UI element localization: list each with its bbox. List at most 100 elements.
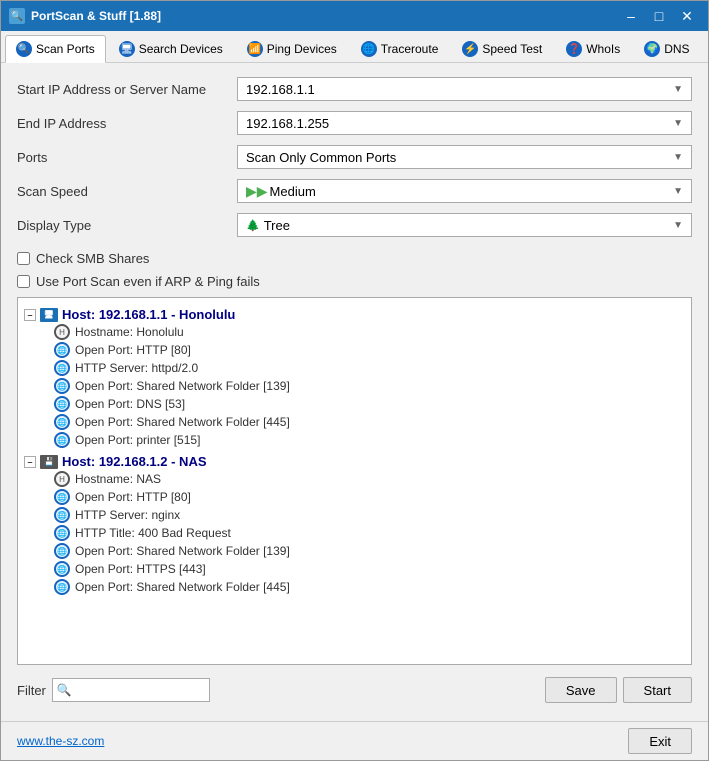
tab-dns[interactable]: 🌍 DNS bbox=[633, 35, 700, 62]
list-item: 🌐 Open Port: DNS [53] bbox=[50, 395, 691, 413]
display-type-value: Tree bbox=[264, 218, 673, 233]
list-item: 🌐 Open Port: Shared Network Folder [139] bbox=[50, 542, 691, 560]
host1-item-5: Open Port: Shared Network Folder [445] bbox=[75, 415, 290, 429]
ports-arrow: ▼ bbox=[673, 152, 683, 163]
list-item: 🌐 HTTP Server: nginx bbox=[50, 506, 691, 524]
tab-scan-ports[interactable]: 🔍 Scan Ports bbox=[5, 35, 106, 63]
hostname-icon: H bbox=[54, 324, 70, 340]
arp-ping-checkbox[interactable] bbox=[17, 275, 30, 288]
close-button[interactable]: ✕ bbox=[674, 6, 700, 26]
tree-host-2-label: Host: 192.168.1.2 - NAS bbox=[62, 454, 207, 469]
tab-speed-test-label: Speed Test bbox=[482, 42, 542, 56]
speed-test-icon: ⚡ bbox=[462, 41, 478, 57]
save-button[interactable]: Save bbox=[545, 677, 617, 703]
end-ip-value: 192.168.1.255 bbox=[246, 116, 673, 131]
list-item: 🌐 Open Port: HTTP [80] bbox=[50, 488, 691, 506]
window-controls: – □ ✕ bbox=[618, 6, 700, 26]
list-item: 🌐 Open Port: HTTPS [443] bbox=[50, 560, 691, 578]
exit-button[interactable]: Exit bbox=[628, 728, 692, 754]
list-item: 🌐 HTTP Title: 400 Bad Request bbox=[50, 524, 691, 542]
tree-host-2-toggle[interactable]: – bbox=[24, 456, 36, 468]
title-bar: 🔍 PortScan & Stuff [1.88] – □ ✕ bbox=[1, 1, 708, 31]
ports-control: Scan Only Common Ports ▼ bbox=[237, 145, 692, 169]
list-item: 🌐 Open Port: Shared Network Folder [445] bbox=[50, 413, 691, 431]
tree-host-2-row[interactable]: – 💾 Host: 192.168.1.2 - NAS bbox=[18, 453, 691, 470]
list-item: 🌐 Open Port: HTTP [80] bbox=[50, 341, 691, 359]
app-icon: 🔍 bbox=[9, 8, 25, 24]
tab-ping-devices-label: Ping Devices bbox=[267, 42, 337, 56]
host1-item-6: Open Port: printer [515] bbox=[75, 433, 200, 447]
minimize-button[interactable]: – bbox=[618, 6, 644, 26]
whois-icon: ❓ bbox=[566, 41, 582, 57]
end-ip-dropdown[interactable]: 192.168.1.255 ▼ bbox=[237, 111, 692, 135]
scan-speed-dropdown[interactable]: ▶▶ Medium ▼ bbox=[237, 179, 692, 203]
tab-scan-ports-label: Scan Ports bbox=[36, 42, 95, 56]
filter-input[interactable] bbox=[75, 683, 205, 697]
display-type-label: Display Type bbox=[17, 218, 237, 233]
traceroute-icon: 🌐 bbox=[361, 41, 377, 57]
check-smb-label[interactable]: Check SMB Shares bbox=[36, 251, 149, 266]
tab-about[interactable]: ℹ About bbox=[703, 35, 709, 62]
filter-label: Filter bbox=[17, 683, 46, 698]
host2-http-server-icon: 🌐 bbox=[54, 507, 70, 523]
tree-host-1: – 🖥 Host: 192.168.1.1 - Honolulu H Hostn… bbox=[18, 306, 691, 449]
start-ip-dropdown[interactable]: 192.168.1.1 ▼ bbox=[237, 77, 692, 101]
host1-item-3: Open Port: Shared Network Folder [139] bbox=[75, 379, 290, 393]
arp-ping-row: Use Port Scan even if ARP & Ping fails bbox=[17, 274, 692, 289]
ports-dropdown[interactable]: Scan Only Common Ports ▼ bbox=[237, 145, 692, 169]
list-item: 🌐 Open Port: printer [515] bbox=[50, 431, 691, 449]
host2-item-2: HTTP Server: nginx bbox=[75, 508, 180, 522]
tab-ping-devices[interactable]: 📶 Ping Devices bbox=[236, 35, 348, 62]
host2-share-139-icon: 🌐 bbox=[54, 543, 70, 559]
display-type-control: 🌲 Tree ▼ bbox=[237, 213, 692, 237]
list-item: 🌐 Open Port: Shared Network Folder [139] bbox=[50, 377, 691, 395]
arp-ping-label[interactable]: Use Port Scan even if ARP & Ping fails bbox=[36, 274, 260, 289]
scan-speed-row: Scan Speed ▶▶ Medium ▼ bbox=[17, 179, 692, 203]
website-link[interactable]: www.the-sz.com bbox=[17, 734, 104, 748]
display-type-dropdown[interactable]: 🌲 Tree ▼ bbox=[237, 213, 692, 237]
host2-hostname: Hostname: NAS bbox=[75, 472, 161, 486]
start-button[interactable]: Start bbox=[623, 677, 692, 703]
host2-nas-icon: 💾 bbox=[40, 455, 58, 469]
nav-bar: 🔍 Scan Ports 🖥 Search Devices 📶 Ping Dev… bbox=[1, 31, 708, 63]
end-ip-arrow: ▼ bbox=[673, 118, 683, 129]
host1-item-1: Open Port: HTTP [80] bbox=[75, 343, 191, 357]
end-ip-label: End IP Address bbox=[17, 116, 237, 131]
tab-speed-test[interactable]: ⚡ Speed Test bbox=[451, 35, 553, 62]
tree-panel[interactable]: – 🖥 Host: 192.168.1.1 - Honolulu H Hostn… bbox=[17, 297, 692, 665]
ports-value: Scan Only Common Ports bbox=[246, 150, 673, 165]
host2-https-icon: 🌐 bbox=[54, 561, 70, 577]
share-139-icon: 🌐 bbox=[54, 378, 70, 394]
bottom-bar: Filter 🔍 Save Start bbox=[17, 673, 692, 707]
host2-item-4: Open Port: Shared Network Folder [139] bbox=[75, 544, 290, 558]
tab-search-devices-label: Search Devices bbox=[139, 42, 223, 56]
host2-item-3: HTTP Title: 400 Bad Request bbox=[75, 526, 231, 540]
maximize-button[interactable]: □ bbox=[646, 6, 672, 26]
search-devices-icon: 🖥 bbox=[119, 41, 135, 57]
printer-icon: 🌐 bbox=[54, 432, 70, 448]
window-title: PortScan & Stuff [1.88] bbox=[31, 9, 618, 23]
dns-53-icon: 🌐 bbox=[54, 396, 70, 412]
check-smb-row: Check SMB Shares bbox=[17, 251, 692, 266]
tree-host-1-children: H Hostname: Honolulu 🌐 Open Port: HTTP [… bbox=[50, 323, 691, 449]
check-smb-checkbox[interactable] bbox=[17, 252, 30, 265]
tree-host-1-row[interactable]: – 🖥 Host: 192.168.1.1 - Honolulu bbox=[18, 306, 691, 323]
ports-row: Ports Scan Only Common Ports ▼ bbox=[17, 145, 692, 169]
end-ip-row: End IP Address 192.168.1.255 ▼ bbox=[17, 111, 692, 135]
tree-host-2-children: H Hostname: NAS 🌐 Open Port: HTTP [80] 🌐… bbox=[50, 470, 691, 596]
filter-input-wrap[interactable]: 🔍 bbox=[52, 678, 210, 702]
tab-search-devices[interactable]: 🖥 Search Devices bbox=[108, 35, 234, 62]
scan-ports-icon: 🔍 bbox=[16, 41, 32, 57]
tab-whois-label: WhoIs bbox=[586, 42, 620, 56]
ping-devices-icon: 📶 bbox=[247, 41, 263, 57]
list-item: 🌐 Open Port: Shared Network Folder [445] bbox=[50, 578, 691, 596]
speed-icon: ▶▶ bbox=[246, 183, 268, 200]
tab-dns-label: DNS bbox=[664, 42, 689, 56]
http-icon: 🌐 bbox=[54, 342, 70, 358]
start-ip-row: Start IP Address or Server Name 192.168.… bbox=[17, 77, 692, 101]
start-ip-control: 192.168.1.1 ▼ bbox=[237, 77, 692, 101]
tree-host-1-toggle[interactable]: – bbox=[24, 309, 36, 321]
tab-whois[interactable]: ❓ WhoIs bbox=[555, 35, 631, 62]
status-bar: www.the-sz.com Exit bbox=[1, 721, 708, 760]
tab-traceroute[interactable]: 🌐 Traceroute bbox=[350, 35, 450, 62]
